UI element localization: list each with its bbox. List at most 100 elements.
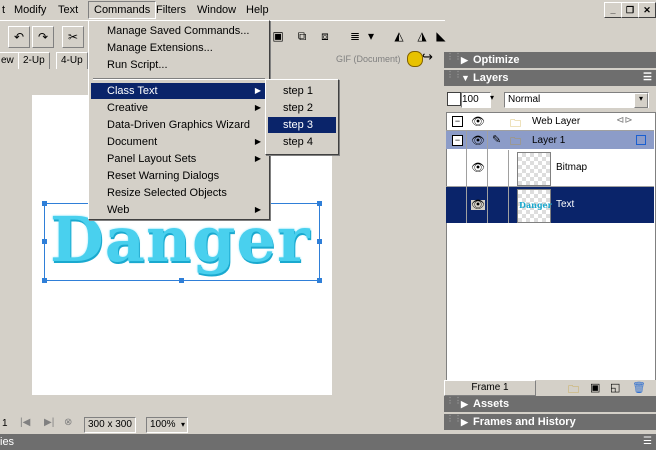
undo-icon[interactable]: ↶ — [8, 26, 30, 48]
menu-item-resize-selected-objects[interactable]: Resize Selected Objects — [91, 185, 267, 201]
grip-icon[interactable]: ⋮⋮ — [446, 415, 462, 428]
resize-handle[interactable] — [42, 201, 47, 206]
assets-title: Assets — [473, 398, 510, 410]
panel-options-icon[interactable]: ☰ — [643, 434, 652, 450]
layers-title: Layers — [473, 72, 509, 84]
pencil-icon[interactable]: ✎ — [492, 133, 501, 146]
resize-handle[interactable] — [317, 201, 322, 206]
submenu-item-step-2[interactable]: step 2 — [268, 100, 336, 116]
submenu-item-step-4[interactable]: step 4 — [268, 134, 336, 150]
submenu-arrow-icon: ▶ — [254, 154, 261, 163]
share-arrow-icon[interactable]: ↪ — [422, 49, 433, 65]
stop-icon[interactable]: ⊗ — [64, 417, 72, 428]
resize-handle[interactable] — [317, 278, 322, 283]
layer-row-bitmap[interactable]: 👁 Bitmap — [446, 150, 654, 187]
class-text-submenu: step 1 step 2 step 3 step 4 — [265, 79, 339, 155]
menu-commands[interactable]: Commands — [88, 1, 157, 19]
collapse-toggle-icon[interactable]: − — [452, 116, 463, 127]
flip-icon[interactable]: ◣ — [436, 26, 446, 46]
menu-window[interactable]: Window — [192, 2, 241, 18]
add-mask-icon[interactable]: ▣ — [590, 381, 600, 394]
web-layer-icon: ⊲⊳ — [616, 115, 633, 126]
menu-help[interactable]: Help — [241, 2, 274, 18]
submenu-arrow-icon: ▶ — [254, 137, 261, 146]
new-bitmap-icon[interactable]: ◱ — [610, 381, 620, 394]
opacity-input[interactable]: 100 — [461, 92, 491, 108]
submenu-arrow-icon: ▶ — [254, 86, 261, 95]
menu-item-run-script[interactable]: Run Script... — [91, 57, 267, 73]
menu-item-creative[interactable]: Creative ▶ — [91, 100, 267, 116]
menu-modify[interactable]: Modify — [9, 2, 51, 18]
menu-bar: t Modify Text Commands Filters Window He… — [0, 0, 656, 20]
menu-filters[interactable]: Filters — [151, 2, 191, 18]
resize-handle[interactable] — [317, 239, 322, 244]
blend-mode-select[interactable]: Normal — [504, 92, 649, 108]
assets-panel-header[interactable]: ⋮⋮ ▶ Assets — [444, 396, 656, 412]
grip-icon[interactable]: ⋮⋮ — [446, 397, 462, 410]
submenu-item-step-1[interactable]: step 1 — [268, 83, 336, 99]
frames-history-panel-header[interactable]: ⋮⋮ ▶ Frames and History — [444, 414, 656, 430]
submenu-arrow-icon: ▶ — [254, 205, 261, 214]
close-button[interactable]: ✕ — [638, 2, 656, 18]
align-icon[interactable]: ≣ — [345, 26, 365, 46]
eye-icon[interactable]: 👁 — [471, 136, 485, 147]
minimize-button[interactable]: _ — [604, 2, 622, 18]
optimize-panel-header[interactable]: ⋮⋮ ▶ Optimize — [444, 52, 656, 68]
frames-history-title: Frames and History — [473, 416, 576, 428]
properties-panel-header[interactable]: ies ☰ — [0, 434, 656, 450]
frame-selector[interactable]: Frame 1 — [444, 380, 536, 396]
layer-row-web[interactable]: − 👁 🗀 Web Layer ⊲⊳ — [446, 113, 654, 131]
tab-2up[interactable]: 2-Up — [18, 52, 50, 70]
submenu-item-step-3[interactable]: step 3 — [268, 117, 336, 133]
menu-text[interactable]: Text — [53, 2, 83, 18]
tab-preview[interactable]: ew — [0, 52, 19, 70]
fireworks-icon — [407, 51, 423, 67]
group-icon[interactable]: ▣ — [268, 26, 288, 46]
resize-handle[interactable] — [42, 239, 47, 244]
eye-icon[interactable]: 👁 — [471, 163, 485, 174]
blend-dropdown-icon[interactable]: ▾ — [634, 93, 648, 108]
tab-4up[interactable]: 4-Up — [56, 52, 88, 70]
layer-name: Bitmap — [556, 162, 588, 173]
first-frame-icon[interactable]: |◀ — [20, 417, 30, 428]
expand-arrow-icon[interactable]: ▶ — [461, 52, 468, 68]
menu-item-manage-extensions[interactable]: Manage Extensions... — [91, 40, 267, 56]
menu-item-data-driven-graphics-wizard[interactable]: Data-Driven Graphics Wizard — [91, 117, 267, 133]
resize-handle[interactable] — [179, 278, 184, 283]
layer-row-layer1[interactable]: − 👁 ✎ 🗀 Layer 1 — [446, 131, 654, 149]
cut-icon[interactable]: ✂ — [62, 26, 84, 48]
opacity-dropdown-icon[interactable]: ▾ — [490, 93, 494, 102]
layer-row-text[interactable]: 👁 Danger Text — [446, 187, 654, 223]
expand-arrow-icon[interactable]: ▶ — [461, 396, 468, 412]
panel-options-icon[interactable]: ☰ — [643, 70, 652, 86]
trash-icon[interactable]: 🗑 — [632, 381, 646, 394]
rotate-cw-icon[interactable]: ◮ — [412, 26, 432, 46]
layers-panel-header[interactable]: ⋮⋮ ▼ Layers ☰ — [444, 70, 656, 86]
menu-item-panel-layout-sets[interactable]: Panel Layout Sets ▶ — [91, 151, 267, 167]
menu-item-manage-saved-commands[interactable]: Manage Saved Commands... — [91, 23, 267, 39]
play-icon[interactable]: ▶| — [44, 417, 54, 428]
divider — [508, 150, 509, 223]
eye-icon[interactable]: 👁 — [471, 200, 485, 211]
restore-button[interactable]: ❐ — [621, 2, 639, 18]
opacity-icon — [447, 92, 461, 106]
rotate-ccw-icon[interactable]: ◭ — [389, 26, 409, 46]
join-icon[interactable]: ⧈ — [315, 26, 335, 46]
align-dropdown-icon[interactable]: ▾ — [365, 26, 377, 46]
zoom-dropdown-icon[interactable]: ▾ — [181, 420, 185, 429]
menu-item-document[interactable]: Document ▶ — [91, 134, 267, 150]
properties-label: ies — [0, 436, 15, 448]
collapse-arrow-icon[interactable]: ▼ — [461, 70, 470, 86]
expand-arrow-icon[interactable]: ▶ — [461, 414, 468, 430]
grip-icon[interactable]: ⋮⋮ — [446, 71, 462, 84]
grip-icon[interactable]: ⋮⋮ — [446, 53, 462, 66]
canvas-size-field: 300 x 300 — [84, 417, 136, 433]
ungroup-icon[interactable]: ⧉ — [292, 26, 312, 46]
menu-item-class-text[interactable]: Class Text ▶ — [91, 83, 267, 99]
resize-handle[interactable] — [42, 278, 47, 283]
menu-item-reset-warning-dialogs[interactable]: Reset Warning Dialogs — [91, 168, 267, 184]
redo-icon[interactable]: ↷ — [32, 26, 54, 48]
menu-item-web[interactable]: Web ▶ — [91, 202, 267, 218]
collapse-toggle-icon[interactable]: − — [452, 135, 463, 146]
eye-icon[interactable]: 👁 — [471, 117, 485, 128]
